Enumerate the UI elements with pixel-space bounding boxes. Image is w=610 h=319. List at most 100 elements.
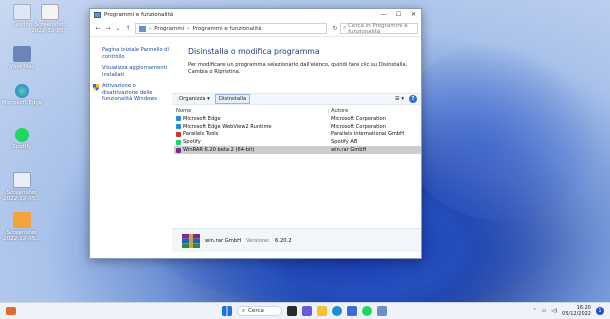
refresh-icon[interactable]: ↻ [330, 25, 340, 32]
program-name-cell: WinRAR 6.20 beta 2 (64-bit) [174, 147, 328, 153]
details-publisher: win.rar GmbH [205, 237, 241, 244]
desktop-icon-label: Microsoft Edge [1, 100, 43, 106]
network-icon[interactable]: ▭ [542, 308, 547, 314]
title-bar[interactable]: Programmi e funzionalità — ☐ ✕ [90, 9, 421, 21]
taskbar-search[interactable]: ⌕ Cerca [237, 306, 282, 316]
clock[interactable]: 16:20 05/12/2022 [562, 305, 591, 317]
column-header-name[interactable]: Nome [174, 108, 328, 114]
program-name: Parallels Tools [183, 131, 219, 138]
details-version-label: Versione: [245, 237, 270, 244]
image-file-icon [13, 172, 31, 188]
desktop-icon-spotify[interactable]: Spotify [0, 128, 44, 150]
minimize-button[interactable]: — [376, 9, 391, 21]
recent-chevron-down-icon[interactable]: ⌄ [113, 25, 123, 32]
view-options-icon[interactable]: ☰ ▾ [395, 96, 404, 102]
image-file-icon [13, 212, 31, 228]
desktop-icon-label: Screenshot 2022-12-05… [31, 22, 69, 35]
breadcrumb-separator: › [149, 25, 152, 32]
desktop-icon-label: Spotify [12, 144, 32, 150]
sidebar-link-windows-features[interactable]: Attivazione o disattivazione delle funzi… [93, 83, 170, 103]
image-file-icon [41, 4, 59, 20]
table-row[interactable]: Spotify Spotify AB [174, 138, 421, 146]
wallpaper-bloom-top [400, 40, 600, 220]
sidebar: Pagina iniziale Pannello di controllo Vi… [90, 37, 172, 258]
control-panel-icon [94, 12, 101, 18]
program-name-cell: Microsoft Edge WebView2 Runtime [174, 124, 328, 130]
table-row[interactable]: Parallels Tools Parallels International G… [174, 131, 421, 139]
program-publisher: Spotify AB [331, 139, 358, 146]
program-name-cell: Spotify [174, 139, 328, 145]
uninstall-button[interactable]: Disinstalla [214, 94, 251, 104]
organize-button[interactable]: Organizza ▾ [176, 95, 213, 103]
search-input[interactable]: ⌕ Cerca in Programmi e funzionalità [340, 22, 418, 35]
column-header-publisher[interactable]: Autore [328, 108, 348, 114]
program-icon [176, 131, 181, 137]
search-icon: ⌕ [242, 307, 246, 314]
task-view-icon[interactable] [287, 306, 297, 316]
maximize-button[interactable]: ☐ [391, 9, 406, 21]
clock-date: 05/12/2022 [562, 311, 591, 317]
desktop-icon-label: Vino Mac [9, 64, 35, 70]
winrar-icon [182, 233, 200, 248]
store-icon[interactable] [347, 306, 357, 316]
window-title: Programmi e funzionalità [104, 12, 174, 18]
program-publisher: Microsoft Corporation [331, 115, 386, 122]
system-tray: ⌃ ▭ ◁) 16:20 05/12/2022 1 [532, 305, 604, 317]
up-arrow-icon[interactable]: ↑ [123, 25, 133, 32]
taskbar-search-label: Cerca [248, 308, 264, 314]
program-name: Microsoft Edge [183, 115, 221, 122]
spotify-icon [15, 128, 29, 142]
desktop-icon-label: Screenshot 2022-12-05… [3, 190, 41, 203]
program-publisher: Microsoft Corporation [331, 123, 386, 130]
program-icon [176, 116, 181, 122]
folder-icon [139, 25, 146, 32]
control-panel-icon[interactable] [377, 306, 387, 316]
search-placeholder: Cerca in Programmi e funzionalità [348, 22, 408, 35]
breadcrumb-item-programs[interactable]: Programmi [154, 26, 184, 32]
start-windows-icon[interactable] [222, 306, 232, 316]
desktop-icon-screenshot-3[interactable]: Screenshot 2022-12-05… [0, 212, 44, 243]
breadcrumb[interactable]: › Programmi › Programmi e funzionalità [135, 23, 327, 34]
program-name: Microsoft Edge WebView2 Runtime [183, 123, 272, 130]
main-content: Disinstalla o modifica programma Per mod… [172, 37, 421, 258]
spotify-icon[interactable] [362, 306, 372, 316]
edge-icon[interactable] [332, 306, 342, 316]
desktop-icon-label: Screenshot 2022-12-05… [3, 230, 41, 243]
desktop-icon-vino-mac[interactable]: Vino Mac [0, 46, 44, 70]
sidebar-link-installed-updates[interactable]: Visualizza aggiornamenti installati [102, 65, 170, 78]
weather-icon[interactable] [6, 307, 16, 315]
desktop-icon-screenshot-2[interactable]: Screenshot 2022-12-05… [0, 172, 44, 203]
programs-features-window: Programmi e funzionalità — ☐ ✕ ← → ⌄ ↑ ›… [89, 8, 422, 259]
help-icon[interactable]: ? [409, 95, 417, 103]
list-header: Nome Autore [174, 107, 421, 115]
program-name-cell: Microsoft Edge [174, 116, 328, 122]
table-row[interactable]: Microsoft Edge Microsoft Corporation [174, 115, 421, 123]
table-row[interactable]: Microsoft Edge WebView2 Runtime Microsoft… [174, 123, 421, 131]
program-icon [176, 147, 181, 153]
program-icon [176, 124, 181, 130]
shield-icon [93, 84, 99, 91]
program-publisher: win.rar GmbH [331, 147, 367, 154]
search-icon: ⌕ [343, 25, 347, 31]
table-row[interactable]: WinRAR 6.20 beta 2 (64-bit) win.rar GmbH [174, 146, 421, 154]
breadcrumb-item-programs-features[interactable]: Programmi e funzionalità [193, 26, 262, 32]
taskbar: ⌕ Cerca ⌃ ▭ ◁) 16:20 05/12/2022 1 [0, 302, 610, 319]
chevron-up-icon[interactable]: ⌃ [532, 308, 536, 314]
close-button[interactable]: ✕ [406, 9, 421, 21]
forward-arrow-icon[interactable]: → [103, 25, 113, 32]
programs-list: Nome Autore Microsoft Edge Microsoft Corp… [174, 107, 421, 154]
sidebar-link-control-panel-home[interactable]: Pagina iniziale Pannello di controllo [102, 47, 170, 60]
page-description: Per modificare un programma selezionarlo… [188, 62, 408, 75]
program-name-cell: Parallels Tools [174, 131, 328, 137]
file-explorer-icon[interactable] [317, 306, 327, 316]
breadcrumb-separator: › [187, 25, 190, 32]
desktop-icon-screenshot-1[interactable]: Screenshot 2022-12-05… [28, 4, 72, 35]
back-arrow-icon[interactable]: ← [93, 25, 103, 32]
command-bar: Organizza ▾ Disinstalla ☰ ▾ ? [172, 93, 421, 105]
edge-icon [15, 84, 29, 98]
desktop-icon-edge[interactable]: Microsoft Edge [0, 84, 44, 106]
details-version: 6.20.2 [275, 237, 292, 244]
teams-chat-icon[interactable] [302, 306, 312, 316]
notification-badge[interactable]: 1 [596, 307, 604, 315]
volume-icon[interactable]: ◁) [551, 308, 557, 314]
